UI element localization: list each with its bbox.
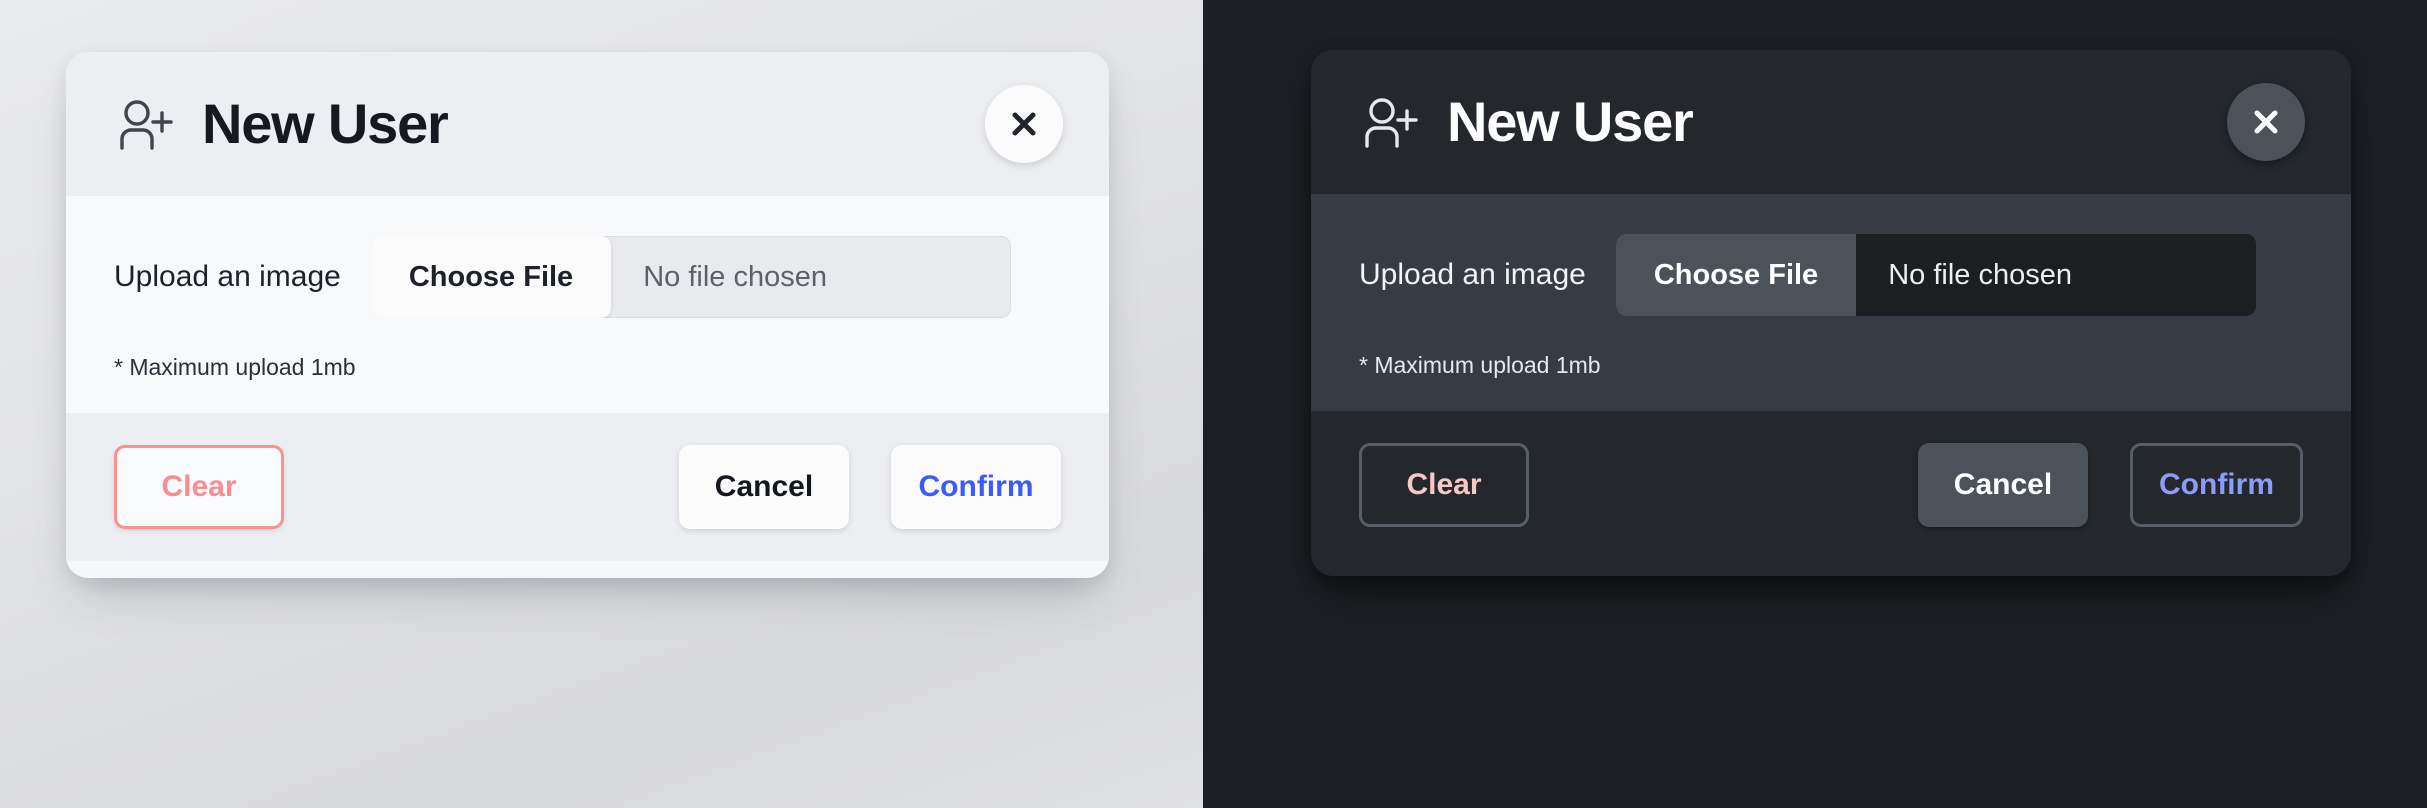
dark-theme-panel: New User Upload an image Choose File No … [1203, 0, 2427, 808]
close-icon [2249, 105, 2283, 139]
page-title: New User [202, 92, 449, 155]
dialog-body: Upload an image Choose File No file chos… [66, 196, 1109, 413]
confirm-button[interactable]: Confirm [2130, 443, 2303, 527]
cancel-button[interactable]: Cancel [679, 445, 849, 529]
dialog-body: Upload an image Choose File No file chos… [1311, 194, 2351, 411]
page-title: New User [1447, 90, 1694, 153]
footer-actions: Cancel Confirm [679, 445, 1061, 529]
upload-hint: * Maximum upload 1mb [114, 354, 356, 380]
new-user-dialog-light: New User Upload an image Choose File No … [66, 52, 1109, 578]
new-user-dialog-dark: New User Upload an image Choose File No … [1311, 50, 2351, 576]
file-status-text: No file chosen [643, 260, 827, 293]
close-button[interactable] [985, 85, 1063, 163]
file-input[interactable]: Choose File No file chosen [1615, 234, 2257, 316]
dialog-title-group: New User [114, 92, 449, 155]
choose-file-button[interactable]: Choose File [1615, 234, 1857, 316]
close-icon [1007, 107, 1041, 141]
dialog-header: New User [1311, 50, 2351, 194]
file-input[interactable]: Choose File No file chosen [370, 236, 1012, 318]
clear-button[interactable]: Clear [114, 445, 284, 529]
close-button[interactable] [2227, 83, 2305, 161]
user-plus-icon [1359, 91, 1421, 153]
footer-actions: Cancel Confirm [1918, 443, 2303, 527]
upload-row: Upload an image Choose File No file chos… [114, 236, 1061, 318]
dialog-footer: Clear Cancel Confirm [1311, 411, 2351, 559]
light-theme-panel: New User Upload an image Choose File No … [0, 0, 1203, 808]
file-status-text: No file chosen [1888, 258, 2072, 291]
clear-button[interactable]: Clear [1359, 443, 1529, 527]
upload-label: Upload an image [114, 260, 341, 293]
dialog-title-group: New User [1359, 90, 1694, 153]
dialog-footer: Clear Cancel Confirm [66, 413, 1109, 561]
user-plus-icon [114, 93, 176, 155]
upload-hint: * Maximum upload 1mb [1359, 352, 1601, 378]
confirm-button[interactable]: Confirm [891, 445, 1061, 529]
dialog-header: New User [66, 52, 1109, 196]
choose-file-button[interactable]: Choose File [370, 236, 612, 318]
cancel-button[interactable]: Cancel [1918, 443, 2088, 527]
upload-row: Upload an image Choose File No file chos… [1359, 234, 2303, 316]
upload-label: Upload an image [1359, 258, 1586, 291]
